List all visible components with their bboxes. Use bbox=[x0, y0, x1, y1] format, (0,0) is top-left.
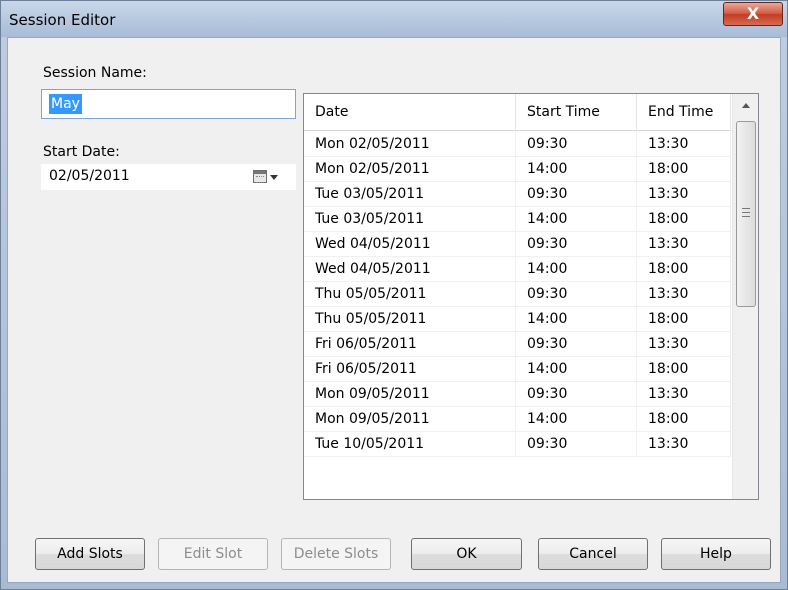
end-time-cell: 13:30 bbox=[637, 232, 731, 257]
table-header: Date Start Time End Time bbox=[304, 94, 731, 131]
end-time-cell: 13:30 bbox=[637, 282, 731, 307]
start-date-value: 02/05/2011 bbox=[49, 168, 130, 184]
date-cell: Wed 04/05/2011 bbox=[304, 257, 516, 282]
help-button[interactable]: Help bbox=[661, 538, 771, 570]
delete-slots-button[interactable]: Delete Slots bbox=[281, 538, 391, 570]
close-button[interactable]: X bbox=[723, 2, 783, 26]
date-cell: Thu 05/05/2011 bbox=[304, 307, 516, 332]
start-date-label: Start Date: bbox=[43, 144, 120, 160]
table-row[interactable]: Wed 04/05/2011 09:30 13:30 bbox=[304, 232, 731, 257]
start-time-cell: 09:30 bbox=[516, 132, 637, 157]
end-time-cell: 18:00 bbox=[637, 407, 731, 432]
table-row[interactable]: Tue 03/05/2011 09:30 13:30 bbox=[304, 182, 731, 207]
session-editor-window: Session Editor X Session Name: May Start… bbox=[0, 0, 788, 590]
start-time-cell: 14:00 bbox=[516, 307, 637, 332]
date-cell: Tue 03/05/2011 bbox=[304, 207, 516, 232]
session-name-label: Session Name: bbox=[43, 65, 147, 81]
table-row[interactable]: Fri 06/05/2011 09:30 13:30 bbox=[304, 332, 731, 357]
date-cell: Mon 02/05/2011 bbox=[304, 132, 516, 157]
start-time-cell: 09:30 bbox=[516, 282, 637, 307]
start-date-picker[interactable]: 02/05/2011 bbox=[41, 164, 296, 190]
vertical-scrollbar[interactable] bbox=[732, 94, 758, 499]
date-cell: Mon 09/05/2011 bbox=[304, 382, 516, 407]
date-cell: Fri 06/05/2011 bbox=[304, 332, 516, 357]
table-row[interactable]: Thu 05/05/2011 14:00 18:00 bbox=[304, 307, 731, 332]
start-time-cell: 14:00 bbox=[516, 357, 637, 382]
chevron-down-icon[interactable] bbox=[270, 175, 278, 180]
chevron-up-icon bbox=[742, 103, 750, 108]
end-time-cell: 18:00 bbox=[637, 307, 731, 332]
title-bar[interactable]: Session Editor X bbox=[1, 1, 787, 37]
calendar-icon[interactable] bbox=[253, 170, 267, 183]
edit-slot-button[interactable]: Edit Slot bbox=[158, 538, 268, 570]
scrollbar-thumb[interactable] bbox=[736, 121, 756, 307]
session-name-input[interactable]: May bbox=[41, 89, 296, 119]
table-row[interactable]: Tue 10/05/2011 09:30 13:30 bbox=[304, 432, 731, 457]
end-time-cell: 18:00 bbox=[637, 207, 731, 232]
ok-button[interactable]: OK bbox=[411, 538, 522, 570]
table-row[interactable]: Fri 06/05/2011 14:00 18:00 bbox=[304, 357, 731, 382]
window-title: Session Editor bbox=[9, 11, 116, 29]
start-time-cell: 14:00 bbox=[516, 407, 637, 432]
dialog-body: Session Name: May Start Date: 02/05/2011… bbox=[7, 37, 781, 583]
add-slots-button[interactable]: Add Slots bbox=[35, 538, 145, 570]
date-cell: Fri 06/05/2011 bbox=[304, 357, 516, 382]
start-time-cell: 14:00 bbox=[516, 157, 637, 182]
table-row[interactable]: Thu 05/05/2011 09:30 13:30 bbox=[304, 282, 731, 307]
column-header-date[interactable]: Date bbox=[304, 94, 516, 131]
table-row[interactable]: Mon 09/05/2011 09:30 13:30 bbox=[304, 382, 731, 407]
date-cell: Thu 05/05/2011 bbox=[304, 282, 516, 307]
start-time-cell: 09:30 bbox=[516, 382, 637, 407]
cancel-button[interactable]: Cancel bbox=[538, 538, 648, 570]
table-row[interactable]: Mon 09/05/2011 14:00 18:00 bbox=[304, 407, 731, 432]
date-cell: Tue 10/05/2011 bbox=[304, 432, 516, 457]
table-row[interactable]: Wed 04/05/2011 14:00 18:00 bbox=[304, 257, 731, 282]
end-time-cell: 13:30 bbox=[637, 332, 731, 357]
end-time-cell: 13:30 bbox=[637, 382, 731, 407]
start-time-cell: 14:00 bbox=[516, 207, 637, 232]
start-time-cell: 09:30 bbox=[516, 232, 637, 257]
end-time-cell: 18:00 bbox=[637, 157, 731, 182]
end-time-cell: 13:30 bbox=[637, 432, 731, 457]
date-cell: Tue 03/05/2011 bbox=[304, 182, 516, 207]
start-time-cell: 09:30 bbox=[516, 432, 637, 457]
column-header-end-time[interactable]: End Time bbox=[637, 94, 731, 131]
start-time-cell: 09:30 bbox=[516, 182, 637, 207]
table-row[interactable]: Tue 03/05/2011 14:00 18:00 bbox=[304, 207, 731, 232]
scroll-up-button[interactable] bbox=[733, 94, 758, 116]
column-header-start-time[interactable]: Start Time bbox=[516, 94, 637, 131]
table-row[interactable]: Mon 02/05/2011 14:00 18:00 bbox=[304, 157, 731, 182]
date-cell: Mon 02/05/2011 bbox=[304, 157, 516, 182]
date-cell: Mon 09/05/2011 bbox=[304, 407, 516, 432]
sessions-table[interactable]: Date Start Time End Time Mon 02/05/2011 0… bbox=[303, 93, 759, 500]
start-time-cell: 14:00 bbox=[516, 257, 637, 282]
start-time-cell: 09:30 bbox=[516, 332, 637, 357]
grip-icon bbox=[742, 208, 750, 217]
session-name-value: May bbox=[49, 94, 82, 114]
table-body: Mon 02/05/2011 09:30 13:30 Mon 02/05/2011 1… bbox=[304, 132, 731, 457]
end-time-cell: 18:00 bbox=[637, 257, 731, 282]
date-cell: Wed 04/05/2011 bbox=[304, 232, 516, 257]
end-time-cell: 13:30 bbox=[637, 182, 731, 207]
end-time-cell: 13:30 bbox=[637, 132, 731, 157]
end-time-cell: 18:00 bbox=[637, 357, 731, 382]
table-row[interactable]: Mon 02/05/2011 09:30 13:30 bbox=[304, 132, 731, 157]
